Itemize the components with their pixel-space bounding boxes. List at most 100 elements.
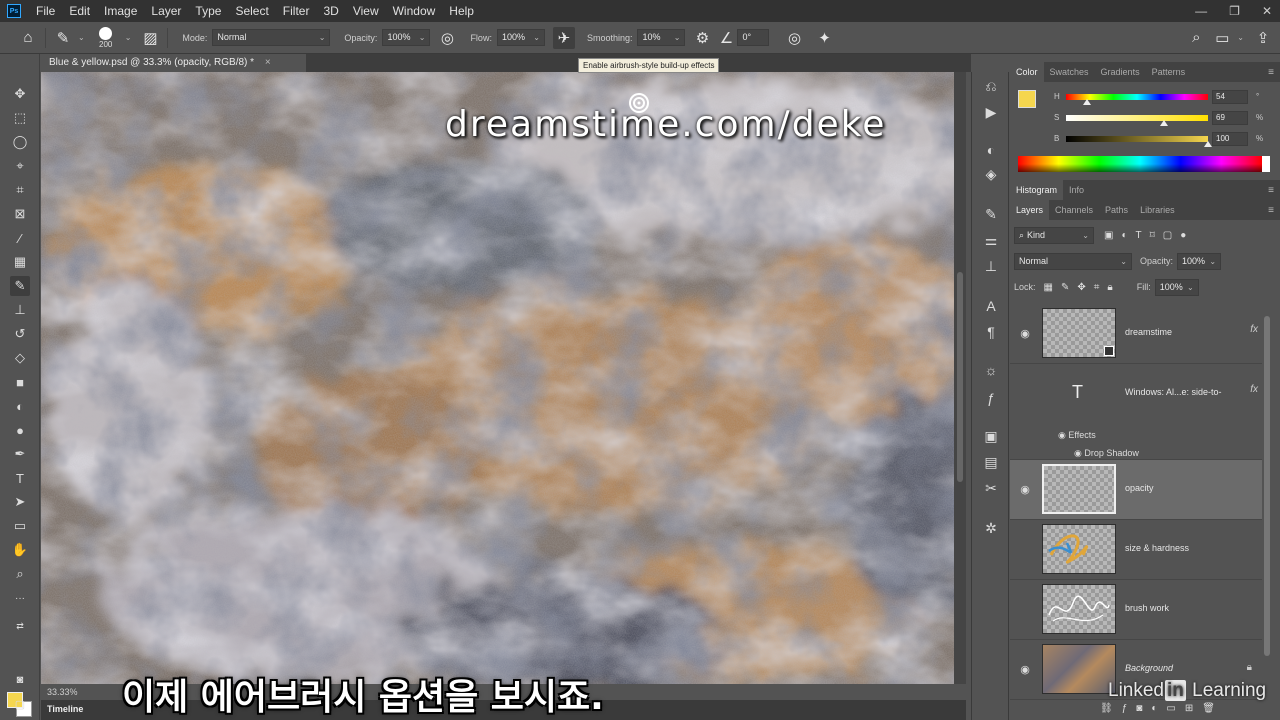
clone-stamp-tool-icon[interactable]: ⊥ xyxy=(10,300,30,320)
layer-row-type-layer[interactable]: T Windows: Al...e: side-to- fx ◉ Effects… xyxy=(1010,364,1262,460)
color-spectrum-ramp[interactable] xyxy=(1018,156,1270,172)
zoom-level[interactable]: 33.33% xyxy=(47,687,78,697)
scrollbar-thumb[interactable] xyxy=(957,272,963,482)
menu-window[interactable]: Window xyxy=(386,0,443,22)
canvas-vertical-scrollbar[interactable] xyxy=(954,72,966,684)
panel-menu-icon[interactable]: ≡ xyxy=(1268,205,1274,216)
layer-name[interactable]: brush work xyxy=(1125,603,1169,613)
filter-toggle-icon[interactable]: ● xyxy=(1180,230,1186,241)
frame-tool-icon[interactable]: ⊠ xyxy=(10,204,30,224)
chevron-down-icon[interactable]: ⌄ xyxy=(1237,33,1244,42)
swap-colors-icon[interactable]: ⇄ xyxy=(10,616,30,636)
actions-panel-icon[interactable]: ▶ xyxy=(981,102,1001,122)
layers-scrollbar[interactable] xyxy=(1262,296,1272,676)
type-tool-icon[interactable]: T xyxy=(10,468,30,488)
properties-panel-icon[interactable]: ☼ xyxy=(981,360,1001,380)
new-layer-icon[interactable]: ⊞ xyxy=(1185,703,1193,714)
layer-row-size-hardness[interactable]: size & hardness xyxy=(1010,520,1262,580)
saturation-slider-knob[interactable] xyxy=(1159,120,1168,126)
visibility-eye-icon[interactable]: ◉ xyxy=(1018,326,1032,340)
blur-tool-icon[interactable]: ◐ xyxy=(10,396,30,416)
layer-name[interactable]: opacity xyxy=(1125,483,1154,493)
layer-row-opacity[interactable]: ◉ opacity xyxy=(1010,460,1262,520)
hand-tool-icon[interactable]: ✋ xyxy=(10,540,30,560)
add-mask-icon[interactable]: ◙ xyxy=(1136,703,1142,714)
effects-row[interactable]: ◉ Effects xyxy=(1058,430,1096,441)
saturation-slider[interactable] xyxy=(1066,115,1208,121)
minimize-button[interactable]: — xyxy=(1195,4,1207,18)
filter-shape-icon[interactable]: ⌑ xyxy=(1150,230,1155,241)
document-tab[interactable]: Blue & yellow.psd @ 33.3% (opacity, RGB/… xyxy=(41,54,306,72)
move-tool-icon[interactable]: ✥ xyxy=(10,84,30,104)
tab-patterns[interactable]: Patterns xyxy=(1146,62,1192,82)
brush-tool-icon[interactable]: ✎ xyxy=(10,276,30,296)
menu-select[interactable]: Select xyxy=(228,0,275,22)
layer-opacity-input[interactable]: 100% ⌄ xyxy=(1177,252,1222,270)
tab-libraries[interactable]: Libraries xyxy=(1134,200,1181,220)
menu-image[interactable]: Image xyxy=(97,0,144,22)
filter-adjustment-icon[interactable]: ◐ xyxy=(1121,230,1127,241)
eye-icon[interactable]: ◉ xyxy=(1074,448,1084,458)
panel-menu-icon[interactable]: ≡ xyxy=(1268,185,1274,196)
brush-settings-panel-icon[interactable]: ✎ xyxy=(981,204,1001,224)
tab-swatches[interactable]: Swatches xyxy=(1044,62,1095,82)
eyedropper-tool-icon[interactable]: ⁄ xyxy=(10,228,30,248)
brush-angle-input[interactable]: 0° xyxy=(737,29,770,46)
chevron-down-icon[interactable]: ⌄ xyxy=(125,33,132,42)
workspace-icon[interactable]: ▭ xyxy=(1211,27,1233,49)
filter-smart-object-icon[interactable]: ▢ xyxy=(1163,230,1172,241)
filter-type-icon[interactable]: T xyxy=(1136,230,1142,241)
layer-name[interactable]: size & hardness xyxy=(1125,543,1189,553)
filter-kind-select[interactable]: ⌕ Kind ⌄ xyxy=(1014,226,1094,244)
scrollbar-thumb[interactable] xyxy=(1264,316,1270,656)
rectangle-tool-icon[interactable]: ▭ xyxy=(10,516,30,536)
brushes-panel-icon[interactable]: ⚌ xyxy=(981,230,1001,250)
layer-fx-icon[interactable]: fx xyxy=(1250,324,1258,335)
tab-info[interactable]: Info xyxy=(1063,180,1090,200)
drop-shadow-row[interactable]: ◉ Drop Shadow xyxy=(1074,448,1139,459)
healing-brush-tool-icon[interactable]: ▦ xyxy=(10,252,30,272)
history-brush-tool-icon[interactable]: ↺ xyxy=(10,324,30,344)
styles-panel-icon[interactable]: ◈ xyxy=(981,164,1001,184)
hue-slider-knob[interactable] xyxy=(1083,99,1092,105)
link-layers-icon[interactable]: ⛓ xyxy=(1100,703,1113,714)
chevron-down-icon[interactable]: ⌄ xyxy=(78,33,85,42)
visibility-eye-icon[interactable] xyxy=(1018,602,1032,616)
new-group-icon[interactable]: ▭ xyxy=(1166,703,1175,714)
tab-channels[interactable]: Channels xyxy=(1049,200,1099,220)
character-panel-icon[interactable]: A xyxy=(981,296,1001,316)
home-icon[interactable]: ⌂ xyxy=(17,27,39,49)
symmetry-butterfly-icon[interactable]: ✦ xyxy=(813,27,835,49)
smoothing-input[interactable]: 10% ⌄ xyxy=(637,29,686,46)
more-tools-icon[interactable]: ··· xyxy=(10,588,30,608)
blend-mode-select[interactable]: Normal ⌄ xyxy=(1014,252,1132,270)
saturation-value[interactable]: 69 xyxy=(1212,111,1248,125)
tab-gradients[interactable]: Gradients xyxy=(1095,62,1146,82)
menu-layer[interactable]: Layer xyxy=(144,0,188,22)
menu-view[interactable]: View xyxy=(346,0,386,22)
menu-3d[interactable]: 3D xyxy=(316,0,345,22)
clone-source-panel-icon[interactable]: ⊥ xyxy=(981,256,1001,276)
adjustments-panel-icon[interactable]: ◐ xyxy=(981,140,1001,160)
document-canvas[interactable] xyxy=(41,72,954,684)
layer-name[interactable]: dreamstime xyxy=(1125,327,1172,337)
visibility-eye-icon[interactable]: ◉ xyxy=(1018,662,1032,676)
zoom-tool-icon[interactable]: ⌕ xyxy=(10,564,30,584)
foreground-color-swatch[interactable] xyxy=(1018,90,1036,108)
tab-layers[interactable]: Layers xyxy=(1010,200,1050,220)
brightness-slider-knob[interactable] xyxy=(1204,141,1212,147)
dodge-tool-icon[interactable]: ● xyxy=(10,420,30,440)
3d-panel-icon[interactable]: ✲ xyxy=(981,518,1001,538)
airbrush-icon[interactable]: ✈ xyxy=(552,26,575,49)
new-adjustment-layer-icon[interactable]: ◐ xyxy=(1151,703,1157,714)
fx-panel-icon[interactable]: ƒ xyxy=(981,388,1001,408)
glyphs-panel-icon[interactable]: ▣ xyxy=(981,426,1001,446)
visibility-eye-icon[interactable] xyxy=(1018,386,1032,400)
close-window-button[interactable]: ✕ xyxy=(1262,4,1272,18)
menu-filter[interactable]: Filter xyxy=(276,0,317,22)
lasso-tool-icon[interactable]: ◯ xyxy=(10,132,30,152)
close-tab-icon[interactable]: × xyxy=(265,57,271,68)
filter-pixel-icon[interactable]: ▣ xyxy=(1104,230,1113,241)
layer-row-brush-work[interactable]: brush work xyxy=(1010,580,1262,640)
tab-color[interactable]: Color xyxy=(1010,62,1044,82)
